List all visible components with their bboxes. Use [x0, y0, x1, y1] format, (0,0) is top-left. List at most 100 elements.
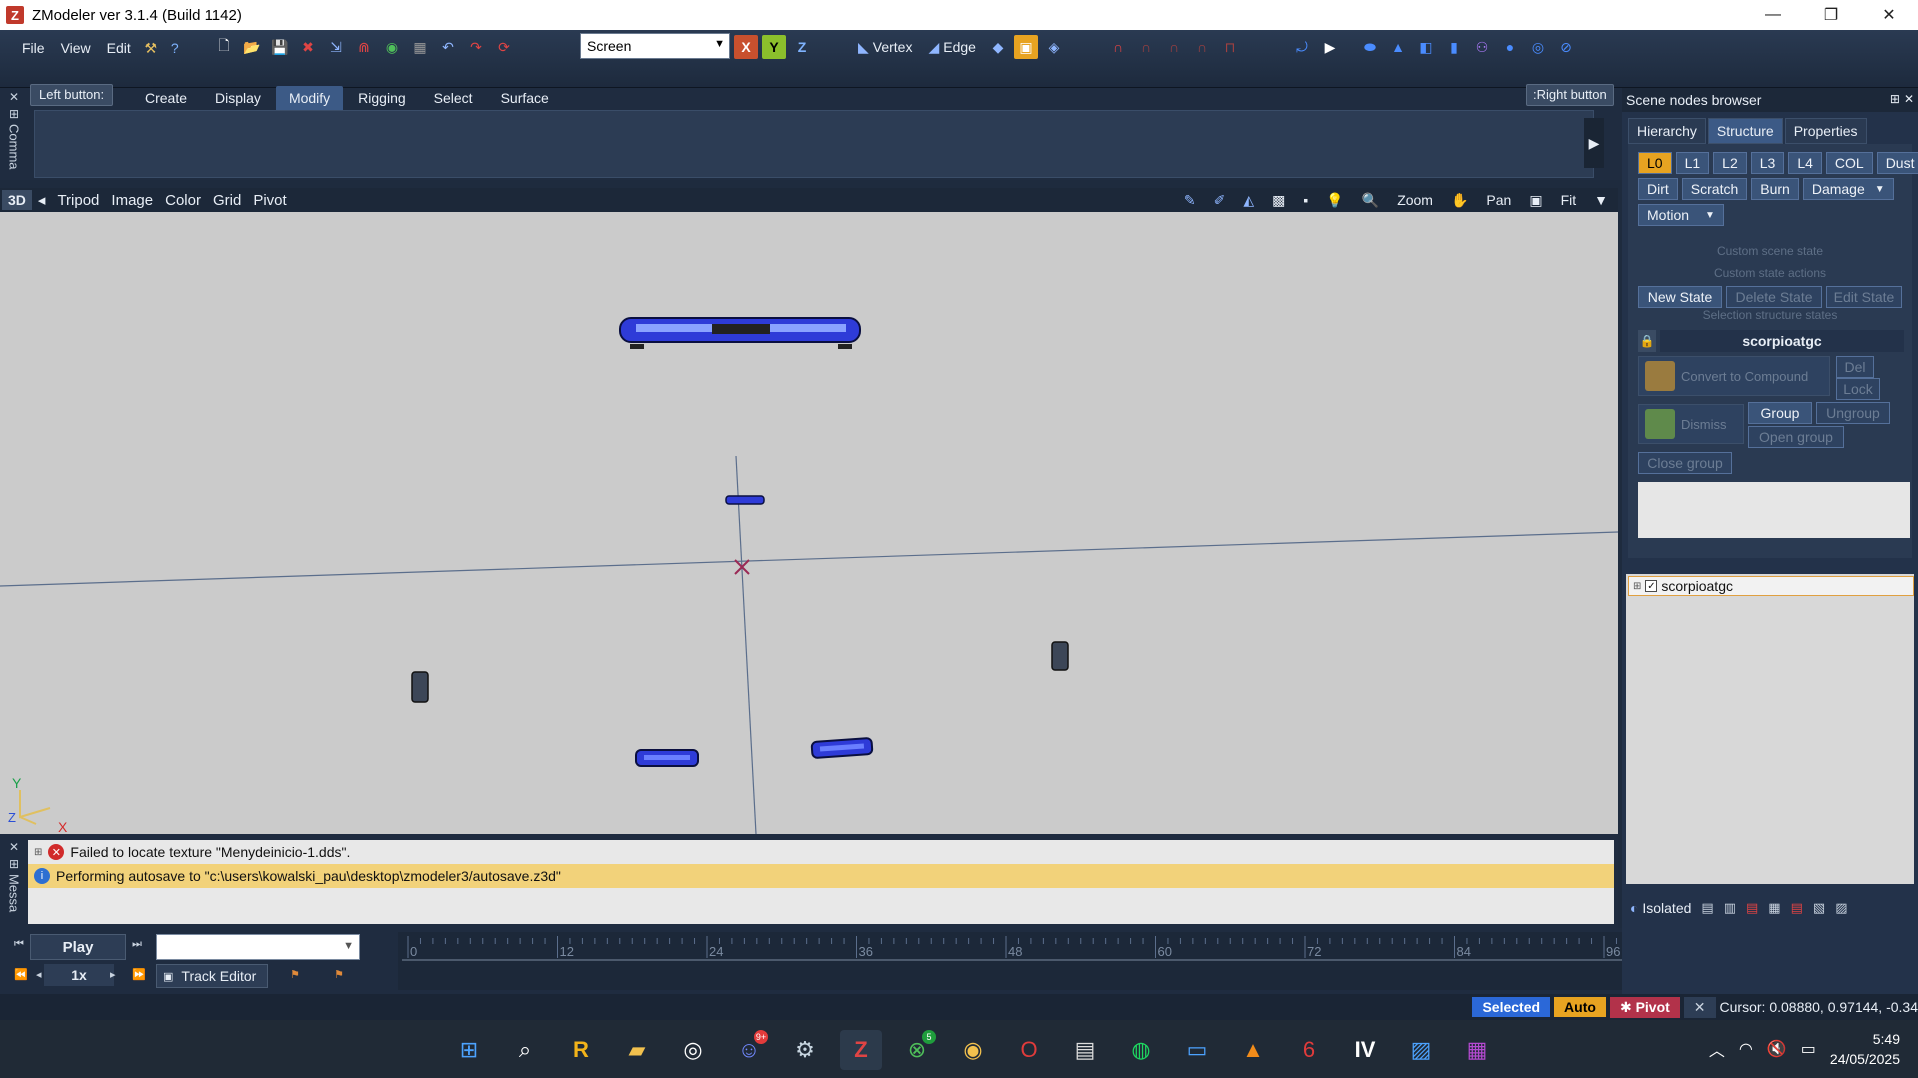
- tab-display[interactable]: Display: [202, 86, 274, 110]
- magnet-grid-icon[interactable]: ∩: [1162, 35, 1186, 59]
- axis-x-lock-icon[interactable]: X: [734, 35, 758, 59]
- list-item[interactable]: ⊞ ✕ Failed to locate texture "Menydeinic…: [28, 840, 1614, 864]
- play-button[interactable]: Play: [30, 934, 126, 960]
- tab-hierarchy[interactable]: Hierarchy: [1628, 118, 1706, 144]
- tab-select[interactable]: Select: [421, 86, 486, 110]
- lock-icon[interactable]: 🔒: [1638, 330, 1656, 352]
- new-state-button[interactable]: New State: [1638, 286, 1722, 308]
- battery-icon[interactable]: ▭: [1801, 1039, 1816, 1059]
- auto-mode-badge[interactable]: Auto: [1554, 997, 1606, 1017]
- viewport-menu-image[interactable]: Image: [105, 192, 159, 209]
- pin-icon[interactable]: ⊞: [1890, 92, 1900, 106]
- remote-desktop-icon[interactable]: ▭: [1176, 1030, 1218, 1070]
- list-item[interactable]: i Performing autosave to "c:\users\kowal…: [28, 864, 1614, 888]
- speed-button[interactable]: 1x: [44, 964, 114, 986]
- view-cone-icon[interactable]: ▲: [1386, 35, 1410, 59]
- collapse-icon[interactable]: ▧: [1813, 900, 1825, 916]
- view-panel-icon[interactable]: ▮: [1442, 35, 1466, 59]
- ungroup-button[interactable]: Ungroup: [1816, 402, 1890, 424]
- pin-icon[interactable]: ⊞: [9, 107, 19, 121]
- tab-structure[interactable]: Structure: [1707, 118, 1783, 144]
- pencil-icon[interactable]: ✐: [1208, 192, 1232, 209]
- del-button[interactable]: Del: [1836, 356, 1874, 378]
- lock-button[interactable]: Lock: [1836, 378, 1880, 400]
- expand-all-icon[interactable]: ▨: [1835, 900, 1847, 916]
- new-file-icon[interactable]: 🗋: [212, 35, 236, 59]
- view-box-icon[interactable]: ◧: [1414, 35, 1438, 59]
- globe-icon[interactable]: ◉: [380, 35, 404, 59]
- pin-icon[interactable]: ⊞: [9, 857, 19, 871]
- open-folder-icon[interactable]: 📂: [240, 35, 264, 59]
- lod-chip-col[interactable]: COL: [1825, 152, 1873, 174]
- tab-properties[interactable]: Properties: [1784, 118, 1867, 144]
- menu-file[interactable]: File: [14, 40, 53, 56]
- magnet-icon[interactable]: ⋒: [352, 35, 376, 59]
- surface-mode-icon[interactable]: ◈: [1042, 35, 1066, 59]
- view-people-icon[interactable]: ⚇: [1470, 35, 1494, 59]
- clapperboard-icon[interactable]: ▤: [1064, 1030, 1106, 1070]
- key-flag-end-icon[interactable]: ⚑: [334, 968, 344, 981]
- side-light-right[interactable]: [1051, 641, 1069, 671]
- lod-chip-l0[interactable]: L0: [1638, 152, 1672, 174]
- grid-icon[interactable]: ▦: [408, 35, 432, 59]
- viewport-prev-icon[interactable]: ◂: [32, 191, 52, 209]
- pivot-mode-badge[interactable]: ✱ Pivot: [1609, 996, 1680, 1018]
- pan-button[interactable]: Pan: [1480, 192, 1517, 208]
- viewport-dropdown-icon[interactable]: ▼: [1588, 192, 1614, 208]
- menu-edit[interactable]: Edit: [99, 40, 139, 56]
- speaker-muted-icon[interactable]: 🔇: [1767, 1039, 1787, 1059]
- start-menu-icon[interactable]: ⊞: [448, 1030, 490, 1070]
- step-forward-icon[interactable]: ⏩: [132, 968, 146, 981]
- undo-icon[interactable]: ↶: [436, 35, 460, 59]
- next-frame-icon[interactable]: ▸: [110, 968, 116, 981]
- lightbar-main[interactable]: [619, 317, 861, 349]
- viewport-mode[interactable]: 3D: [2, 190, 32, 210]
- save-icon[interactable]: 💾: [268, 35, 292, 59]
- filter-red-icon[interactable]: ▤: [1746, 900, 1758, 916]
- lod-chip-l4[interactable]: L4: [1788, 152, 1822, 174]
- search-icon[interactable]: ⌕: [504, 1030, 546, 1070]
- viewport-menu-pivot[interactable]: Pivot: [247, 192, 292, 209]
- axis-y-lock-icon[interactable]: Y: [762, 35, 786, 59]
- xbox-icon[interactable]: ⊗ 5: [896, 1030, 938, 1070]
- tab-rigging[interactable]: Rigging: [345, 86, 418, 110]
- pan-hand-icon[interactable]: ✋: [1445, 192, 1474, 209]
- zoom-button[interactable]: Zoom: [1391, 192, 1439, 208]
- steam-icon[interactable]: ⚙: [784, 1030, 826, 1070]
- delete-state-button[interactable]: Delete State: [1726, 286, 1822, 308]
- openiv-icon[interactable]: IV: [1344, 1030, 1386, 1070]
- step-back-icon[interactable]: ⏪: [14, 968, 28, 981]
- motion-dropdown[interactable]: Motion ▼: [1638, 204, 1724, 226]
- spotify-icon[interactable]: ◍: [1120, 1030, 1162, 1070]
- vlc-icon[interactable]: ▲: [1232, 1030, 1274, 1070]
- chevron-up-icon[interactable]: ︿: [1709, 1037, 1725, 1061]
- edge-mode-button[interactable]: ◢ Edge: [922, 34, 981, 60]
- axis-z-lock-icon[interactable]: Z: [790, 35, 814, 59]
- prev-frame-icon[interactable]: ◂: [36, 968, 42, 981]
- system-clock[interactable]: 5:49 24/05/2025: [1830, 1029, 1900, 1069]
- tab-surface[interactable]: Surface: [488, 86, 562, 110]
- tab-create[interactable]: Create: [132, 86, 200, 110]
- isolated-toggle[interactable]: ◐ Isolated: [1630, 900, 1691, 916]
- state-chip-dirt[interactable]: Dirt: [1638, 178, 1678, 200]
- view-torus-icon[interactable]: ◎: [1526, 35, 1550, 59]
- chrome-icon[interactable]: ◉: [952, 1030, 994, 1070]
- close-button[interactable]: ✕: [1860, 0, 1918, 30]
- zoom-icon[interactable]: 🔍: [1356, 192, 1385, 209]
- expand-arrow-icon[interactable]: ▶: [1584, 118, 1604, 168]
- restore-button[interactable]: ❐: [1802, 0, 1860, 30]
- redo-icon[interactable]: ↷: [464, 35, 488, 59]
- discord-icon[interactable]: ☺ 9+: [728, 1030, 770, 1070]
- edit-state-button[interactable]: Edit State: [1826, 286, 1902, 308]
- ubisoft-icon[interactable]: ◎: [672, 1030, 714, 1070]
- view-sphere-icon[interactable]: ●: [1498, 35, 1522, 59]
- file-explorer-icon[interactable]: ▰: [616, 1030, 658, 1070]
- refresh-icon[interactable]: ⟳: [492, 35, 516, 59]
- opera-icon[interactable]: O: [1008, 1030, 1050, 1070]
- fit-button[interactable]: Fit: [1555, 192, 1583, 208]
- close-panel-icon[interactable]: ✕: [9, 840, 19, 854]
- list-view-icon[interactable]: ▤: [1701, 900, 1713, 916]
- wifi-icon[interactable]: ◠: [1739, 1039, 1753, 1059]
- magnet-face-icon[interactable]: ⊓: [1218, 35, 1242, 59]
- viewport-menu-grid[interactable]: Grid: [207, 192, 247, 209]
